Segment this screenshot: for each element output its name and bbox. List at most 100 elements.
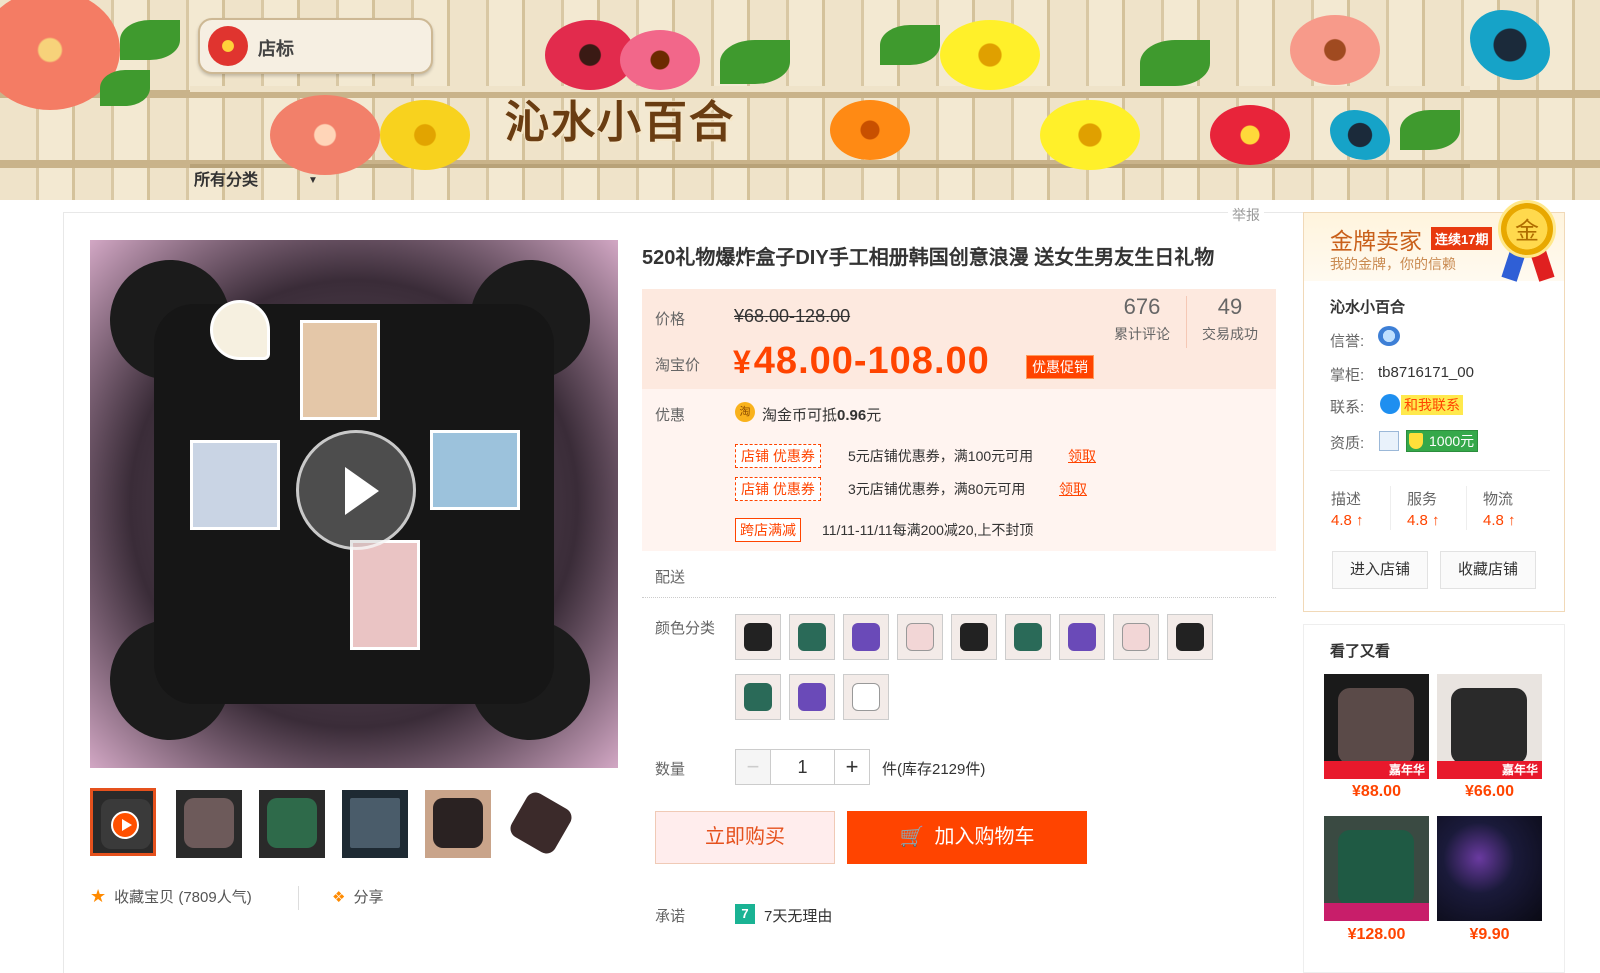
shop-banner: 店标 沁水小百合 所有分类 ▼ [0, 0, 1600, 200]
also-viewed-price[interactable]: ¥88.00 [1324, 783, 1429, 801]
photo-card [190, 440, 280, 530]
color-swatch-image [1176, 623, 1204, 651]
also-viewed-item-image[interactable]: 嘉年华 [1437, 674, 1542, 779]
thumbnail-image[interactable] [259, 790, 325, 858]
rating-logistics-value: 4.8 ↑ [1483, 512, 1516, 529]
quantity-input[interactable]: 1 [770, 749, 835, 785]
also-viewed-price[interactable]: ¥66.00 [1437, 783, 1542, 801]
color-swatch[interactable] [789, 614, 835, 660]
photo-card [210, 300, 270, 360]
share-icon: ❖ [332, 889, 346, 906]
wangwang-chat-icon[interactable] [1380, 394, 1400, 414]
gold-seller-title: 金牌卖家 [1330, 229, 1422, 255]
sales-stat: 49 交易成功 [1190, 294, 1270, 344]
flower-icon [620, 30, 700, 90]
flower-icon [1290, 15, 1380, 85]
store-logo-badge[interactable]: 店标 [198, 18, 433, 74]
also-viewed-price[interactable]: ¥9.90 [1437, 926, 1542, 944]
quantity-label: 数量 [655, 761, 686, 778]
photo-card [430, 430, 520, 510]
promise-text[interactable]: 7天无理由 [764, 905, 832, 926]
id-card-icon[interactable] [1379, 431, 1399, 451]
rating-logistics-label: 物流 [1483, 491, 1514, 508]
color-swatch[interactable] [1167, 614, 1213, 660]
credit-crown-icon[interactable] [1378, 326, 1400, 346]
quantity-decrease-button[interactable]: − [735, 749, 771, 785]
leaf-icon [1400, 110, 1460, 150]
enter-shop-button[interactable]: 进入店铺 [1332, 551, 1428, 589]
original-price: ¥68.00-128.00 [734, 306, 851, 326]
delivery-label: 配送 [655, 569, 686, 586]
color-swatch[interactable] [843, 674, 889, 720]
color-swatch[interactable] [789, 674, 835, 720]
flower-icon [940, 20, 1040, 90]
color-swatch[interactable] [1059, 614, 1105, 660]
thumbnail-image[interactable] [342, 790, 408, 858]
thumbnail-image [184, 798, 234, 848]
also-viewed-item-image[interactable] [1437, 816, 1542, 921]
promo-strip-text: 嘉年华 [1388, 763, 1425, 777]
quantity-increase-button[interactable]: + [834, 749, 870, 785]
sold-label: 交易成功 [1202, 326, 1258, 342]
coin-amount: 0.96 [837, 407, 867, 424]
share-label: 分享 [353, 889, 384, 906]
store-logo-label: 店标 [258, 39, 294, 59]
add-to-cart-button[interactable]: 🛒 加入购物车 [847, 811, 1087, 864]
discount-label: 优惠 [655, 407, 686, 424]
thumbnail-video[interactable] [90, 788, 156, 856]
seller-shop-name[interactable]: 沁水小百合 [1330, 296, 1405, 317]
coupon-description: 3元店铺优惠券，满80元可用 [848, 481, 1026, 497]
divider [298, 886, 299, 910]
thumbnail-image[interactable] [425, 790, 491, 858]
favorite-item-button[interactable]: ★ 收藏宝贝 (7809人气) [90, 886, 252, 907]
favorite-shop-button[interactable]: 收藏店铺 [1440, 551, 1536, 589]
review-stat[interactable]: 676 累计评论 [1102, 294, 1182, 344]
thumbnail-image[interactable] [508, 790, 574, 858]
color-swatch[interactable] [897, 614, 943, 660]
claim-coupon-link[interactable]: 领取 [1059, 479, 1087, 499]
divider [1330, 470, 1550, 471]
cross-store-tag: 跨店满减 [735, 518, 801, 542]
share-button[interactable]: ❖ 分享 [332, 886, 383, 907]
color-swatch[interactable] [843, 614, 889, 660]
color-swatch[interactable] [1113, 614, 1159, 660]
product-thumbnail [1338, 688, 1414, 764]
color-swatch[interactable] [735, 614, 781, 660]
color-swatch-image [744, 623, 772, 651]
color-swatch[interactable] [951, 614, 997, 660]
credit-label: 信誉: [1330, 333, 1365, 350]
price-label: 价格 [655, 311, 686, 328]
contact-seller-button[interactable]: 和我联系 [1401, 395, 1463, 415]
play-icon [111, 811, 139, 839]
owner-label: 掌柜: [1330, 367, 1365, 384]
claim-coupon-link[interactable]: 领取 [1068, 446, 1096, 466]
buy-now-button[interactable]: 立即购买 [655, 811, 835, 864]
also-viewed-item-image[interactable] [1324, 816, 1429, 921]
divider [642, 597, 1276, 598]
flower-icon [830, 100, 910, 160]
star-icon: ★ [90, 886, 107, 906]
thumbnail-image [267, 798, 317, 848]
leaf-icon [720, 40, 790, 84]
thumbnail-image[interactable] [176, 790, 242, 858]
color-swatch[interactable] [735, 674, 781, 720]
shop-coupon-tag: 店铺 优惠券 [735, 444, 821, 468]
leaf-icon [880, 25, 940, 65]
report-link[interactable]: 举报 [1228, 205, 1264, 225]
leaf-icon [100, 70, 150, 106]
thumbnail-image [433, 798, 483, 848]
rating-service-label: 服务 [1407, 491, 1438, 508]
also-viewed-item-image[interactable]: 嘉年华 [1324, 674, 1429, 779]
qualification-label: 资质: [1330, 435, 1365, 452]
thumbnail-image [350, 798, 400, 848]
video-play-button[interactable] [296, 430, 416, 550]
color-swatch[interactable] [1005, 614, 1051, 660]
coupon-description: 5元店铺优惠券，满100元可用 [848, 448, 1034, 464]
color-label: 颜色分类 [655, 620, 716, 637]
all-categories-menu[interactable]: 所有分类 ▼ [194, 166, 318, 190]
owner-value: tb8716171_00 [1378, 364, 1474, 381]
add-to-cart-label: 加入购物车 [934, 826, 1035, 848]
gold-seller-streak: 连续17期 [1431, 227, 1493, 250]
also-viewed-price[interactable]: ¥128.00 [1324, 926, 1429, 944]
coin-text: 淘金币可抵 [762, 407, 838, 424]
